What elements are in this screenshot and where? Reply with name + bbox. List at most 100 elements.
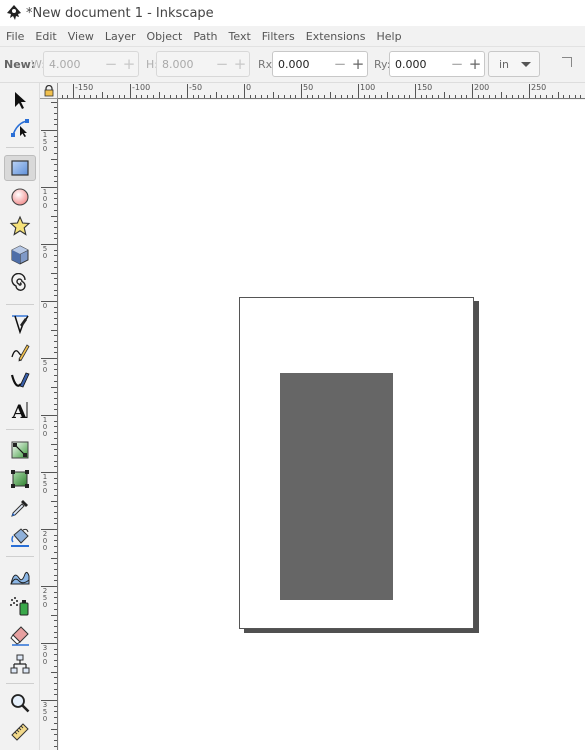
ruler-tick (580, 95, 582, 98)
ruler-tick (107, 95, 109, 98)
ry-decrement-button[interactable]: − (448, 52, 466, 76)
ruler-label: 150 (42, 131, 48, 153)
menu-filters[interactable]: Filters (257, 30, 300, 43)
text-tool[interactable]: A (4, 397, 36, 423)
rectangle-tool[interactable] (4, 155, 36, 181)
toolbox-separator (6, 556, 34, 557)
ruler-tick (551, 95, 553, 98)
ruler-tick (51, 728, 57, 730)
ruler-tick (54, 551, 57, 553)
spiral-tool[interactable] (4, 271, 36, 297)
ruler-tick (369, 95, 371, 98)
width-decrement-button[interactable]: − (102, 52, 120, 76)
horizontal-ruler[interactable]: -150-100-50050100150200250300 (58, 83, 585, 99)
calligraphy-tool[interactable] (4, 368, 36, 394)
vertical-ruler[interactable]: 150 100 50 0 50 100 150 200 250 300 350 (40, 99, 58, 750)
menu-view[interactable]: View (63, 30, 99, 43)
ruler-tick (54, 204, 57, 206)
ruler-tick (54, 289, 57, 291)
overflow-corner-icon[interactable] (562, 57, 572, 67)
ruler-tick (380, 95, 382, 98)
ruler-tick (54, 266, 57, 268)
star-tool[interactable] (4, 213, 36, 239)
calligraphy-pen-icon (10, 372, 30, 388)
ruler-tick (54, 397, 57, 399)
ruler-tick (118, 95, 120, 98)
pen-tool[interactable] (4, 310, 36, 336)
pencil-tool[interactable] (4, 339, 36, 365)
ry-spinbox[interactable]: 0.000 − + (389, 51, 485, 77)
spray-tool[interactable] (4, 593, 36, 619)
ruler-label: 100 (360, 83, 376, 92)
ellipse-tool[interactable] (4, 184, 36, 210)
menu-file[interactable]: File (0, 30, 29, 43)
paint-bucket-tool[interactable] (4, 524, 36, 550)
ruler-tick (54, 648, 57, 650)
ruler-label: 0 (42, 302, 48, 310)
zoom-tool[interactable] (4, 690, 36, 716)
ruler-tick (272, 92, 274, 98)
ruler-tick (54, 169, 57, 171)
mesh-tool[interactable] (4, 466, 36, 492)
ruler-tick (54, 631, 57, 633)
ruler-tick (54, 118, 57, 120)
dropper-tool[interactable] (4, 495, 36, 521)
height-decrement-button[interactable]: − (213, 52, 231, 76)
connector-tool[interactable] (4, 651, 36, 677)
ruler-tick (152, 95, 154, 98)
menu-edit[interactable]: Edit (30, 30, 61, 43)
star-icon (9, 215, 31, 236)
gray-rectangle-object[interactable] (280, 373, 393, 600)
menu-extensions[interactable]: Extensions (301, 30, 371, 43)
menu-text[interactable]: Text (224, 30, 256, 43)
ry-increment-button[interactable]: + (466, 52, 484, 76)
ruler-tick (289, 95, 291, 98)
ruler-tick (73, 84, 74, 98)
ruler-tick (124, 95, 126, 98)
width-spinbox[interactable]: 4.000 − + (43, 51, 139, 77)
tweak-tool[interactable] (4, 564, 36, 590)
ruler-tick (249, 95, 251, 98)
menu-path[interactable]: Path (188, 30, 222, 43)
ruler-guide-lock[interactable] (40, 83, 58, 99)
ruler-tick (51, 272, 57, 274)
drawing-canvas[interactable] (59, 100, 585, 750)
ruler-tick (54, 506, 57, 508)
ruler-tick (61, 95, 63, 98)
ruler-tick (437, 95, 439, 98)
ruler-tick (54, 283, 57, 285)
ruler-tick (346, 95, 348, 98)
3d-box-tool[interactable] (4, 242, 36, 268)
ruler-tick (54, 568, 57, 570)
eraser-tool[interactable] (4, 622, 36, 648)
ruler-tick (54, 591, 57, 593)
ruler-tick (517, 95, 519, 98)
ruler-tick (51, 671, 57, 673)
ruler-tick (54, 232, 57, 234)
rx-increment-button[interactable]: + (349, 52, 367, 76)
menu-bar: File Edit View Layer Object Path Text Fi… (0, 26, 585, 47)
mesh-icon (11, 470, 29, 488)
rx-spinbox[interactable]: 0.000 − + (272, 51, 368, 77)
height-increment-button[interactable]: + (231, 52, 249, 76)
menu-layer[interactable]: Layer (100, 30, 141, 43)
selector-tool[interactable] (4, 87, 36, 113)
unit-dropdown[interactable]: in (488, 51, 540, 77)
ruler-tick (54, 466, 57, 468)
gradient-tool[interactable] (4, 437, 36, 463)
ruler-tick (54, 346, 57, 348)
ruler-tick (238, 95, 240, 98)
ruler-tick (506, 95, 508, 98)
rx-decrement-button[interactable]: − (331, 52, 349, 76)
ruler-tick (54, 112, 57, 114)
menu-object[interactable]: Object (142, 30, 188, 43)
ruler-tick (130, 84, 131, 98)
ruler-tick (54, 141, 57, 143)
ruler-tick (54, 135, 57, 137)
node-tool[interactable] (4, 115, 36, 141)
menu-help[interactable]: Help (371, 30, 406, 43)
width-increment-button[interactable]: + (120, 52, 138, 76)
height-spinbox[interactable]: 8.000 − + (156, 51, 250, 77)
measure-tool[interactable] (4, 719, 36, 745)
ruler-tick (278, 95, 280, 98)
